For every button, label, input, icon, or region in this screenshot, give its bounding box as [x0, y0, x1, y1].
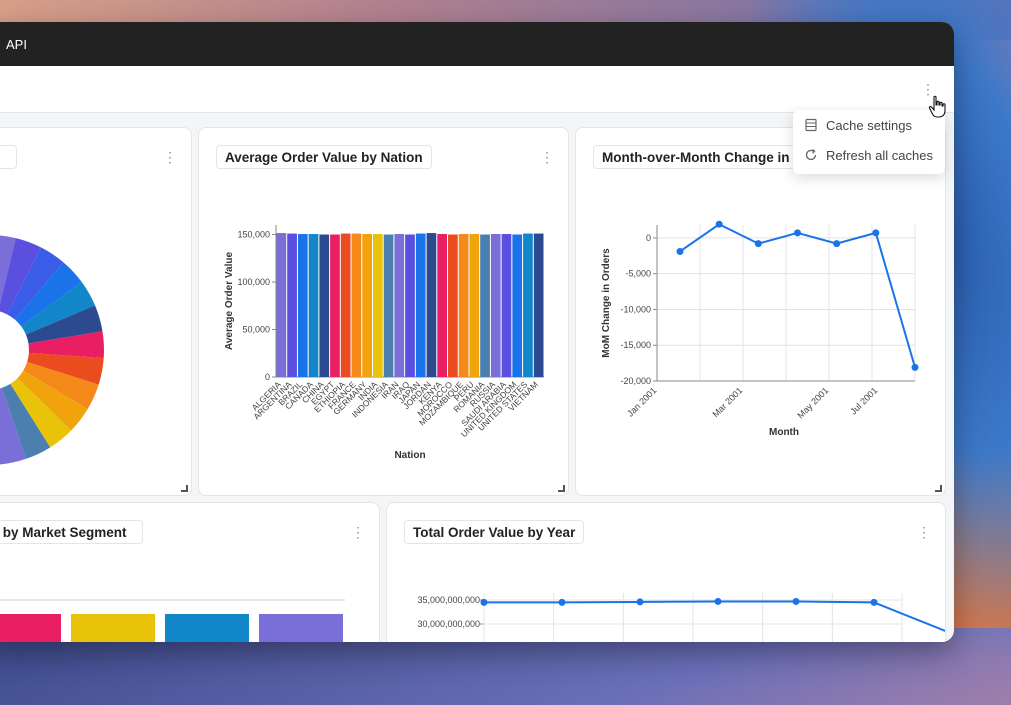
bar: [458, 234, 469, 377]
bar: [533, 233, 544, 377]
bar: [480, 234, 490, 377]
refresh-icon: [805, 149, 817, 161]
bar: [426, 233, 437, 377]
data-point: [676, 247, 684, 255]
dashboard-menu: Cache settings Refresh all caches: [793, 110, 945, 174]
bar: [372, 234, 383, 377]
y-tick-label: -5,000: [625, 269, 651, 279]
data-point: [754, 240, 762, 248]
y-tick-label: -10,000: [620, 304, 651, 314]
y-tick-label: 35,000,000,000: [417, 595, 480, 605]
y-axis-title: Average Order Value: [224, 252, 235, 350]
y-tick-label: 0: [646, 233, 651, 243]
bar: [405, 234, 415, 377]
data-point: [558, 598, 566, 606]
mom-chart-card: Month-over-Month Change in ⋮ 0-5,000-10,…: [575, 127, 946, 496]
x-tick-label: Jan 2001: [625, 385, 658, 418]
bar: [308, 234, 319, 377]
hand-cursor-icon: [928, 95, 946, 118]
y-tick-label: 0: [265, 372, 270, 382]
segment-chart-card: ce by Market Segment ⋮: [0, 502, 380, 642]
segment-bar-chart: [0, 599, 345, 642]
mom-line-chart: 0 -5,000 -10,000 -15,000 -20,000Jan 2001 Mar …: [601, 220, 919, 438]
cache-settings-label: Cache settings: [826, 117, 912, 133]
y-tick-label: 150,000: [237, 230, 270, 240]
x-tick-label: May 2001: [795, 385, 830, 420]
bar: [259, 614, 343, 642]
y-tick-label: -15,000: [620, 340, 651, 350]
data-point: [872, 229, 880, 237]
bar: [501, 234, 512, 377]
data-point: [792, 597, 800, 605]
data-point: [911, 363, 919, 371]
y-axis-title: MoM Change in Orders: [601, 248, 612, 358]
resize-handle[interactable]: [558, 485, 565, 492]
y-tick-label: 100,000: [237, 277, 270, 287]
bar: [448, 234, 458, 377]
cache-settings-icon: [805, 118, 817, 132]
data-point: [833, 240, 841, 248]
resize-handle[interactable]: [181, 485, 188, 492]
series-line: [679, 223, 916, 368]
donut-chart: [0, 235, 104, 465]
bar: [415, 233, 426, 377]
x-tick-label: Mar 2001: [710, 385, 744, 419]
bar: [490, 234, 501, 377]
bar: [469, 234, 480, 377]
year-chart-card: Total Order Value by Year ⋮ 35,000,000,0…: [386, 502, 946, 642]
bar: [297, 234, 308, 377]
bar: [351, 233, 362, 377]
x-axis-title: Month: [769, 427, 799, 438]
bar: [340, 233, 351, 377]
donut-chart-card: ⋮: [0, 127, 192, 496]
bar: [394, 234, 405, 377]
x-tick-label: Jul 2001: [848, 385, 879, 416]
refresh-caches-item[interactable]: Refresh all caches: [793, 140, 945, 170]
bar: [287, 233, 297, 377]
bar: [330, 234, 340, 377]
bar: [0, 614, 61, 642]
dashboard-toolbar: ⋮: [0, 66, 954, 113]
bar: [512, 234, 523, 377]
data-point: [715, 220, 723, 228]
resize-handle[interactable]: [935, 485, 942, 492]
data-point: [636, 598, 644, 606]
data-point: [714, 597, 722, 605]
aov-chart-card: Average Order Value by Nation ⋮ 0 50,000 1…: [198, 127, 569, 496]
bar: [383, 234, 394, 377]
y-tick-label: -20,000: [620, 376, 651, 386]
bar: [319, 234, 330, 377]
year-line-chart: 35,000,000,00030,000,000,000: [417, 593, 945, 642]
refresh-caches-label: Refresh all caches: [826, 147, 933, 163]
cache-settings-item[interactable]: Cache settings: [793, 110, 945, 140]
data-point: [794, 229, 801, 237]
bar: [276, 233, 287, 377]
data-point: [870, 598, 878, 606]
title-bar: API: [0, 22, 954, 66]
x-axis-title: Nation: [394, 450, 425, 461]
window-title: API: [6, 36, 27, 52]
series-line: [484, 600, 945, 632]
data-point: [480, 598, 488, 606]
bar: [523, 233, 533, 377]
bar: [362, 234, 372, 377]
bar: [71, 614, 155, 642]
y-tick-label: 50,000: [242, 325, 270, 335]
aov-bar-chart: 050,000100,000150,000ALGERIAARGENTINABRA…: [224, 225, 544, 461]
bar: [437, 234, 448, 377]
bar: [165, 614, 249, 642]
